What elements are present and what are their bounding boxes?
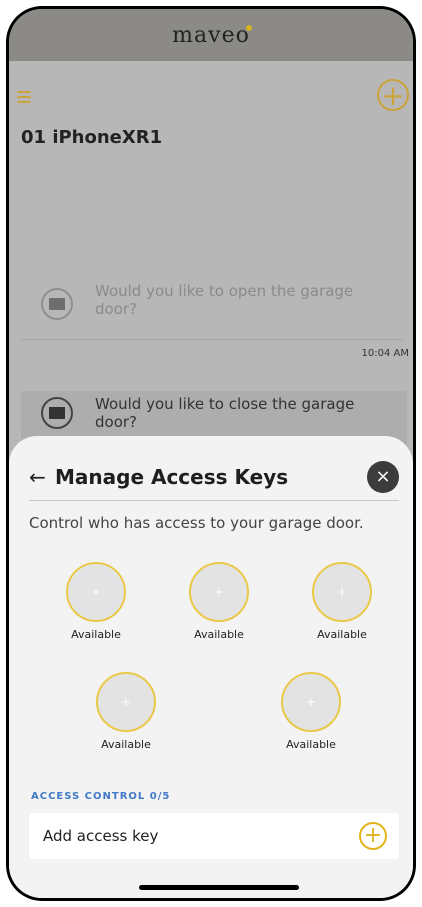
slot-label: Available [194,628,244,641]
access-slot[interactable]: + Available [91,672,161,751]
message-text: Would you like to open the garage door? [95,282,354,318]
sheet-header: ← Manage Access Keys × [29,461,399,493]
slot-label: Available [71,628,121,641]
brand-dot [245,24,252,31]
add-access-key-label: Add access key [43,827,159,845]
slot-label: Available [317,628,367,641]
garage-icon [41,288,73,320]
home-indicator [139,885,299,890]
slot-plus-icon[interactable]: + [312,562,372,622]
brand-logo: maveo [172,22,252,48]
phone-frame: maveo + 01 iPhoneXR1 Would you like to o… [6,6,416,901]
manage-access-sheet: ← Manage Access Keys × Control who has a… [9,436,413,898]
add-access-key-row[interactable]: Add access key + [29,813,399,859]
sheet-title: Manage Access Keys [55,465,289,489]
message-timestamp: 10:04 AM [361,348,409,359]
app-header: maveo [9,9,413,61]
slot-plus-icon[interactable]: + [66,562,126,622]
slot-label: Available [101,738,151,751]
access-control-heading: ACCESS CONTROL 0/5 [31,791,171,802]
screen: maveo + 01 iPhoneXR1 Would you like to o… [9,9,413,898]
add-device-button[interactable]: + [377,79,409,111]
back-arrow-icon[interactable]: ← [29,465,55,489]
message-divider [21,339,403,340]
slot-plus-icon[interactable]: + [281,672,341,732]
message-item[interactable]: Would you like to open the garage door? [21,282,407,320]
slot-plus-icon[interactable]: + [189,562,249,622]
slot-plus-icon[interactable]: + [96,672,156,732]
garage-icon [41,397,73,429]
access-slot[interactable]: + Available [276,672,346,751]
sheet-subtitle: Control who has access to your garage do… [29,514,364,532]
access-slot[interactable]: + Available [61,562,131,641]
menu-icon[interactable] [17,91,31,103]
access-slot[interactable]: + Available [184,562,254,641]
access-slot[interactable]: + Available [307,562,377,641]
close-button[interactable]: × [367,461,399,493]
device-title: 01 iPhoneXR1 [21,127,163,148]
sheet-divider [29,500,399,501]
brand-text: maveo [172,22,250,48]
slot-label: Available [286,738,336,751]
message-text: Would you like to close the garage door? [95,395,355,431]
add-circle-icon[interactable]: + [359,822,387,850]
